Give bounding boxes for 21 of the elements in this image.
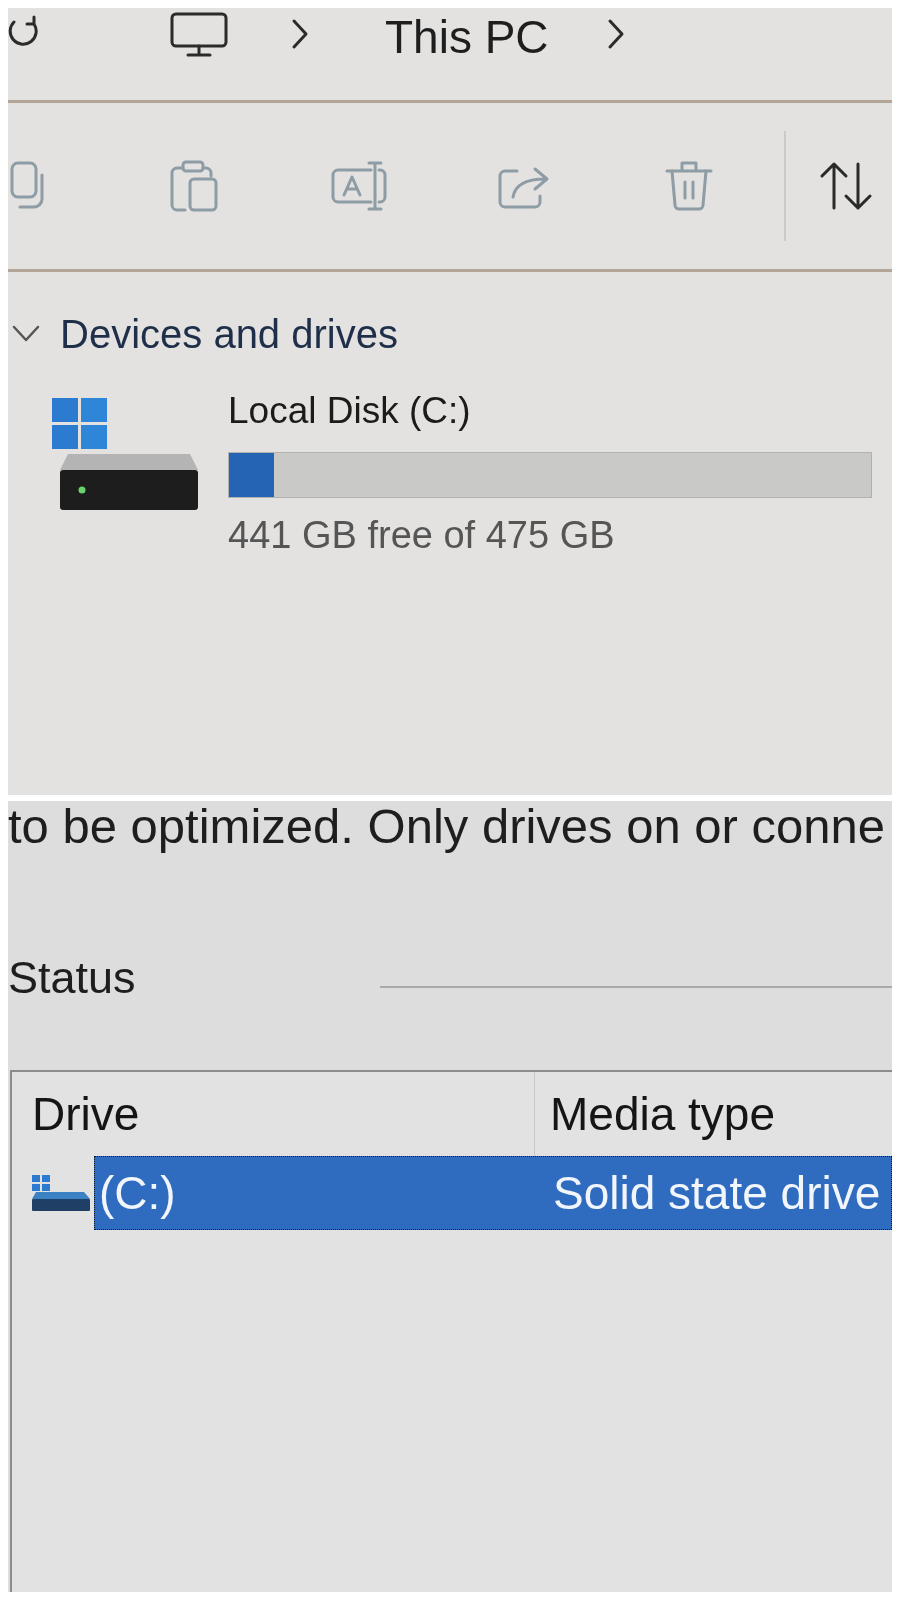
drive-icon xyxy=(30,1175,90,1211)
chevron-right-icon xyxy=(290,18,310,50)
description-text: to be optimized. Only drives on or conne xyxy=(8,801,886,851)
column-header[interactable]: Media type xyxy=(535,1072,892,1156)
table-cell-text: Solid state drive xyxy=(552,1165,881,1221)
text-box-icon xyxy=(331,160,387,212)
chevron-down-icon xyxy=(12,325,40,343)
sort-icon xyxy=(818,161,874,211)
section-header[interactable]: Devices and drives xyxy=(8,312,398,356)
table-cell-text: (C:) xyxy=(98,1165,177,1221)
trash-icon xyxy=(664,160,714,212)
drive-free-space: 441 GB free of 475 GB xyxy=(228,514,615,556)
drive-name[interactable]: Local Disk (C:) xyxy=(228,390,471,432)
status-label: Status xyxy=(8,954,136,1002)
copy-icon xyxy=(10,161,46,211)
table-row[interactable]: (C:) Solid state drive xyxy=(94,1156,892,1230)
refresh-icon xyxy=(8,14,40,46)
breadcrumb-location[interactable]: This PC xyxy=(385,12,549,62)
clipboard-icon xyxy=(169,160,219,212)
drive-icon xyxy=(50,398,200,510)
monitor-icon[interactable] xyxy=(170,12,228,58)
